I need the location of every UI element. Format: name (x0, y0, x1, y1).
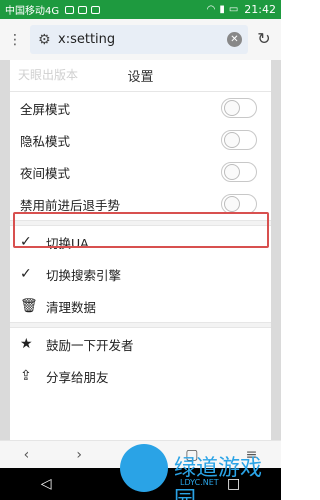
action-label: 清理数据 (46, 299, 97, 315)
toggle-knob (224, 132, 240, 148)
status-bar: 中国移动4G ◠ ▮ ▭ 21:42 (0, 0, 281, 19)
ghost-text: 天眼出版本 (18, 68, 79, 82)
system-recent-icon[interactable]: □ (227, 476, 240, 492)
notification-icon (65, 5, 75, 14)
address-bar: ⋮ ⚙ x:setting ✕ ↻ (0, 19, 281, 60)
url-field[interactable]: ⚙ x:setting ✕ (30, 25, 248, 54)
highlight-box (13, 212, 269, 248)
carrier-label: 中国移动4G (5, 6, 60, 17)
page-title: 设置 (127, 70, 154, 85)
notification-icon (78, 5, 88, 14)
notification-icons (65, 5, 101, 14)
check-icon: ✓ (20, 266, 32, 282)
toggle-knob (224, 100, 240, 116)
browser-bottom-nav: ‹ › ⌂ ▢ ≡ (0, 440, 281, 468)
star-icon: ★ (20, 336, 33, 352)
system-back-icon[interactable]: ◁ (41, 476, 52, 492)
action-switch-search-engine[interactable]: ✓ 切换搜索引擎 (10, 258, 271, 290)
page-background: 天眼出版本 设置 全屏模式 隐私模式 夜间模式 禁用前进后退手势 ✓ 切换UA … (0, 60, 281, 440)
toggle-switch[interactable] (221, 194, 257, 214)
system-nav-bar: ◁ ○ □ (0, 468, 281, 500)
toggle-switch[interactable] (221, 130, 257, 150)
toggle-row-privacy[interactable]: 隐私模式 (10, 124, 271, 156)
clear-icon[interactable]: ✕ (227, 32, 242, 47)
action-label: 切换搜索引擎 (46, 267, 122, 283)
action-share[interactable]: ⇪ 分享给朋友 (10, 360, 271, 392)
toggle-switch[interactable] (221, 98, 257, 118)
status-right: ◠ ▮ ▭ 21:42 (207, 3, 276, 16)
battery-icon: ▭ (228, 4, 239, 15)
menu-icon[interactable]: ≡ (246, 447, 258, 463)
share-icon: ⇪ (20, 368, 32, 384)
toggle-row-night[interactable]: 夜间模式 (10, 156, 271, 188)
trash-icon: 🗑 (20, 298, 38, 314)
toggle-knob (224, 196, 240, 212)
refresh-icon[interactable]: ↻ (255, 30, 273, 48)
url-text: x:setting (58, 32, 116, 47)
settings-panel: 天眼出版本 设置 全屏模式 隐私模式 夜间模式 禁用前进后退手势 ✓ 切换UA … (10, 60, 271, 440)
clock: 21:42 (244, 3, 276, 16)
back-icon[interactable]: ‹ (24, 447, 30, 463)
panel-header: 天眼出版本 设置 (10, 60, 271, 92)
more-vertical-icon[interactable]: ⋮ (0, 19, 30, 60)
notification-icon (91, 5, 101, 14)
action-label: 分享给朋友 (46, 369, 109, 385)
forward-icon[interactable]: › (76, 447, 82, 463)
toggle-switch[interactable] (221, 162, 257, 182)
gear-icon: ⚙ (38, 31, 51, 48)
wifi-icon: ◠ (206, 4, 216, 15)
tabs-icon[interactable]: ▢ (185, 447, 198, 463)
home-icon[interactable]: ⌂ (129, 447, 138, 463)
toggle-row-fullscreen[interactable]: 全屏模式 (10, 92, 271, 124)
system-home-icon[interactable]: ○ (133, 476, 145, 492)
signal-icon: ▮ (219, 4, 225, 15)
action-label: 鼓励一下开发者 (46, 337, 134, 353)
toggle-knob (224, 164, 240, 180)
action-encourage-developer[interactable]: ★ 鼓励一下开发者 (10, 328, 271, 360)
action-clear-data[interactable]: 🗑 清理数据 (10, 290, 271, 322)
